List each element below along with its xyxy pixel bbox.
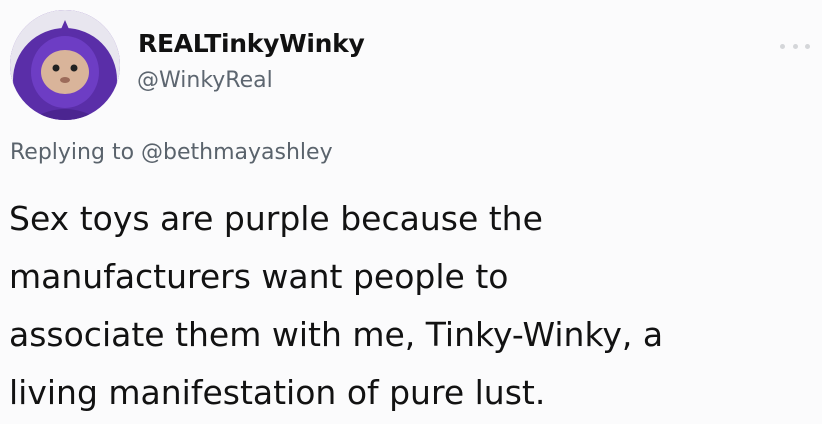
dot-1	[780, 43, 785, 49]
tweet-text: Sex toys are purple because the manufact…	[9, 190, 814, 422]
tweet-text-line: Sex toys are purple because the	[9, 199, 543, 238]
tweet-text-line: living manifestation of pure lust.	[9, 373, 546, 412]
teletubby-avatar-icon	[10, 10, 120, 120]
replying-to: Replying to @bethmayashley	[10, 140, 333, 165]
dot-2	[792, 43, 798, 49]
dot-3	[805, 43, 810, 49]
user-handle[interactable]: @WinkyReal	[137, 68, 273, 93]
reply-mention[interactable]: @bethmayashley	[141, 140, 333, 165]
reply-prefix: Replying to	[10, 140, 135, 165]
more-options-icon[interactable]	[780, 40, 810, 52]
avatar[interactable]	[10, 10, 120, 120]
tweet-text-line: associate them with me, Tinky-Winky, a	[9, 315, 664, 354]
display-name[interactable]: REALTinkyWinky	[138, 29, 365, 58]
tweet-text-line: manufacturers want people to	[9, 257, 509, 296]
tweet-card: REALTinkyWinky @WinkyReal Replying to @b…	[0, 0, 822, 424]
